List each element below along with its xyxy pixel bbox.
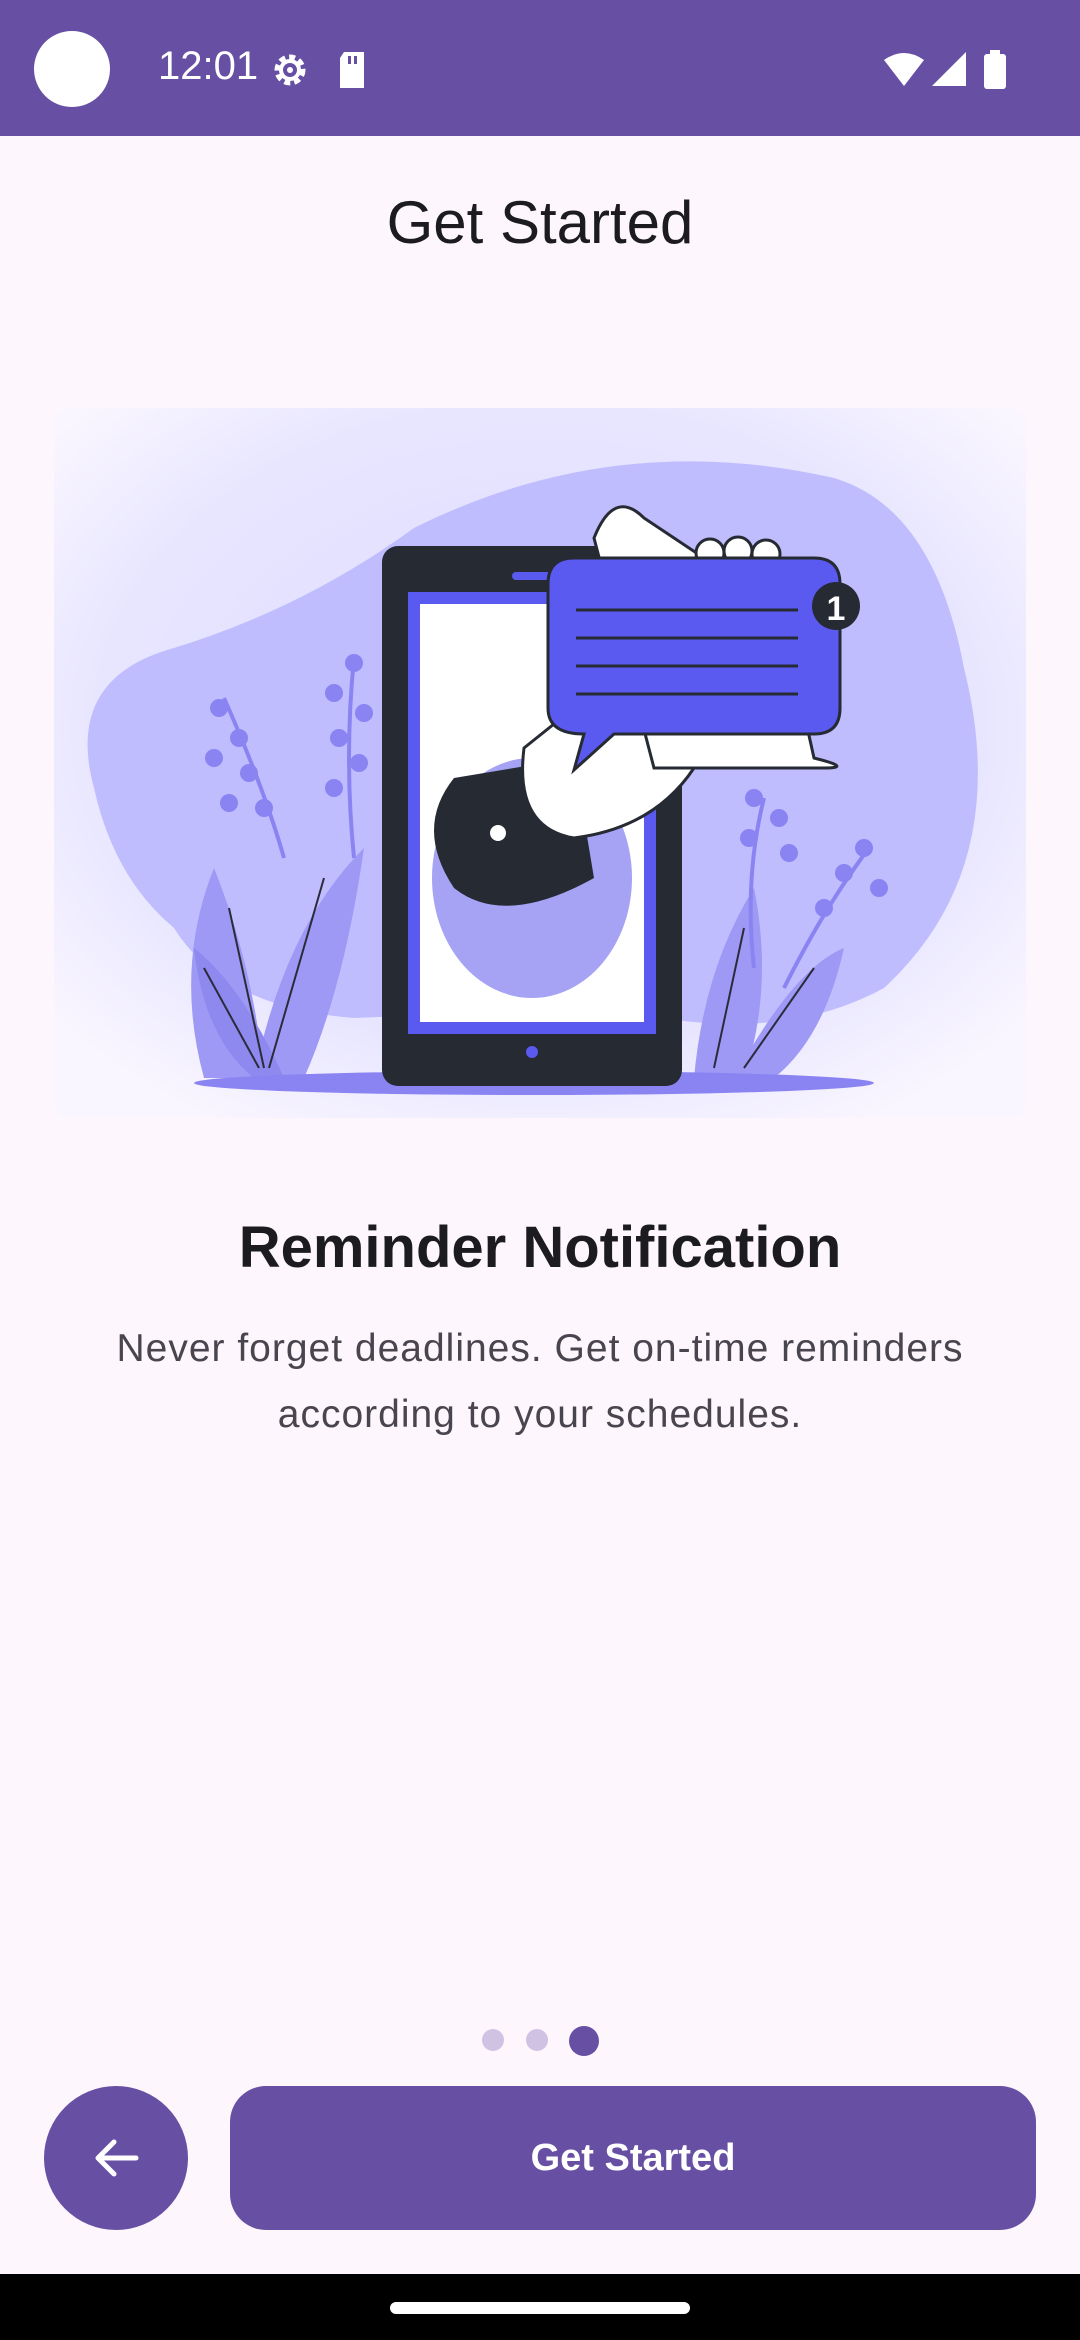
sd-card-icon xyxy=(340,52,364,88)
get-started-button[interactable]: Get Started xyxy=(230,2086,1036,2230)
feature-heading: Reminder Notification xyxy=(238,1215,842,1280)
page-indicator xyxy=(0,2026,1080,2056)
battery-icon xyxy=(984,50,1006,89)
status-time: 12:01 xyxy=(158,44,259,88)
page-title: Get Started xyxy=(386,189,694,256)
reminder-notification-illustration: 1 xyxy=(54,408,1026,1118)
back-button[interactable] xyxy=(44,2086,188,2230)
arrow-left-icon xyxy=(95,2139,139,2177)
status-bar: 12:01 xyxy=(0,0,1080,136)
cell-signal-icon xyxy=(932,52,966,86)
home-gesture-handle[interactable] xyxy=(390,2302,690,2314)
page-dot-1 xyxy=(482,2029,504,2051)
get-started-label: Get Started xyxy=(530,2136,736,2179)
svg-text:1: 1 xyxy=(827,590,846,628)
page-dot-2 xyxy=(526,2029,548,2051)
camera-cutout xyxy=(34,31,110,107)
wifi-icon xyxy=(884,53,924,86)
page-dot-3-active xyxy=(569,2026,599,2056)
feature-description: Never forget deadlines. Get on-time remi… xyxy=(116,1327,964,1436)
settings-gear-icon xyxy=(274,54,306,86)
